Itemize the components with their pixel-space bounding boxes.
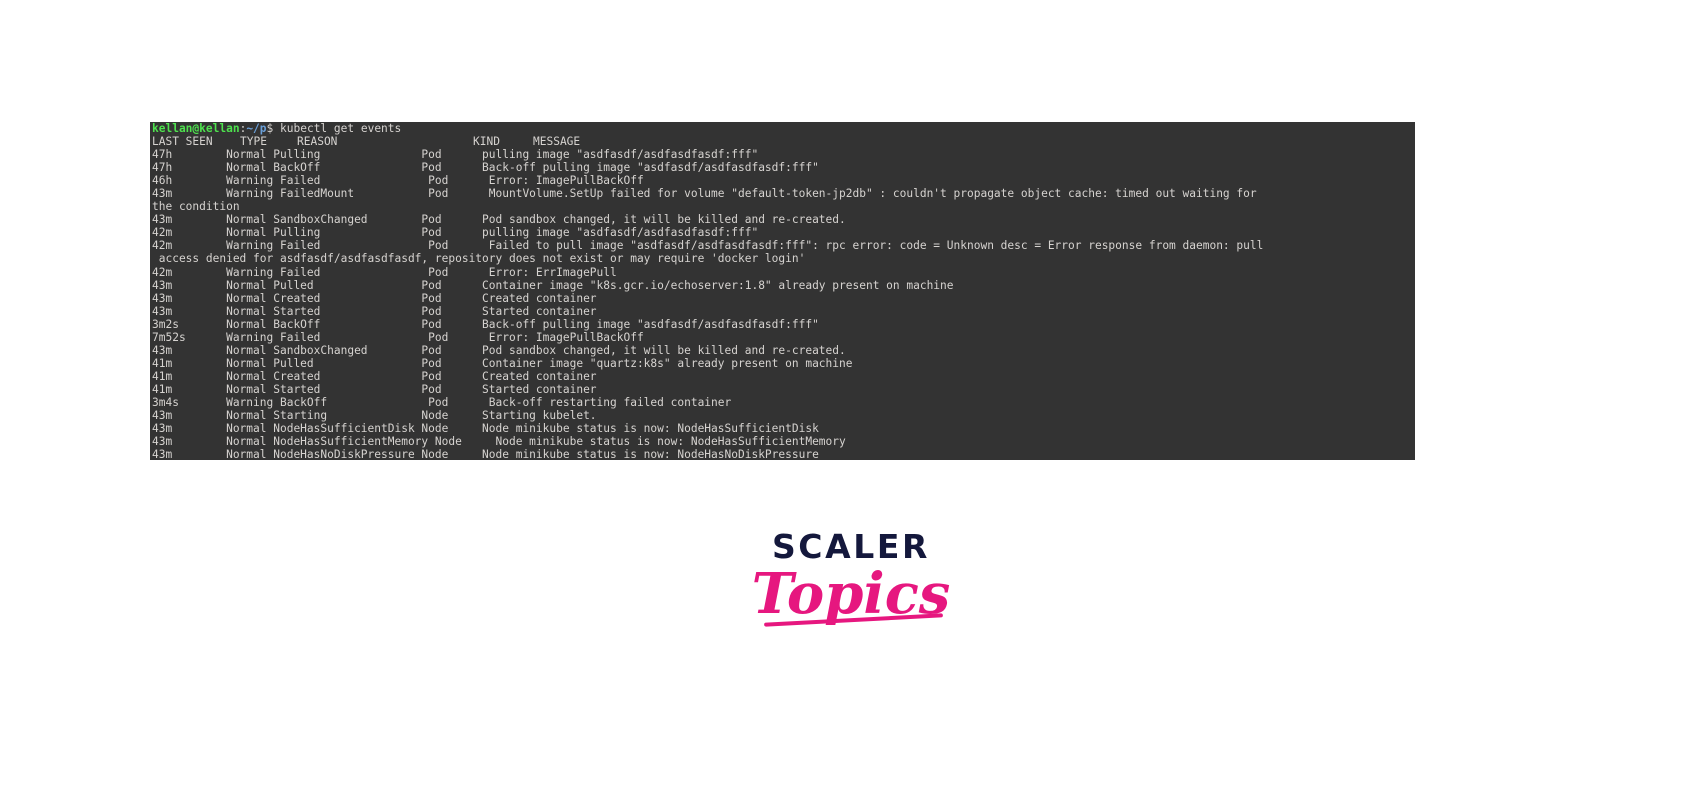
prompt-path: ~/p [246, 122, 267, 135]
table-row: 41m Normal Started Pod Started container [152, 382, 597, 396]
table-row: 47h Normal Pulling Pod pulling image "as… [152, 148, 759, 162]
column-header-message: MESSAGE [533, 135, 581, 149]
column-header-kind: KIND [473, 135, 500, 149]
table-row: 46h Warning Failed Pod Error: ImagePullB… [152, 174, 644, 188]
table-row: 43m Normal NodeHasSufficientDisk Node No… [152, 422, 819, 436]
column-header-reason: REASON [297, 135, 338, 149]
table-row: 3m2s Normal BackOff Pod Back-off pulling… [152, 317, 819, 331]
table-row: 43m Normal Pulled Pod Container image "k… [152, 278, 954, 292]
terminal-window[interactable]: kellan@kellan:~/p$ kubectl get events LA… [150, 122, 1415, 460]
table-row: 42m Warning Failed Pod Failed to pull im… [152, 239, 1264, 253]
column-header-type: TYPE [240, 135, 267, 149]
table-row: 7m52s Warning Failed Pod Error: ImagePul… [152, 330, 644, 344]
scaler-topics-logo: SCALER Topics [0, 530, 1702, 624]
table-row: 41m Normal Pulled Pod Container image "q… [152, 356, 853, 370]
table-row: 43m Normal NodeHasNoDiskPressure Node No… [152, 448, 819, 460]
terminal-prompt-line: kellan@kellan:~/p$ kubectl get events [152, 122, 1413, 135]
column-header-last-seen: LAST SEEN [152, 135, 213, 149]
table-row: 47h Normal BackOff Pod Back-off pulling … [152, 161, 819, 175]
event-rows: 47h Normal Pulling Pod pulling image "as… [152, 148, 1413, 460]
table-row-wrap: access denied for asdfasdf/asdfasdfasdf,… [152, 252, 806, 266]
logo-secondary-text: Topics [751, 561, 951, 627]
table-row: 43m Normal NodeHasSufficientMemory Node … [152, 435, 846, 449]
logo-primary-text: SCALER [771, 527, 931, 566]
table-row: 43m Normal Starting Node Starting kubele… [152, 409, 597, 423]
table-row: 42m Normal Pulling Pod pulling image "as… [152, 226, 759, 240]
table-row: 43m Normal Started Pod Started container [152, 304, 597, 318]
table-row: 43m Normal SandboxChanged Pod Pod sandbo… [152, 213, 846, 227]
table-header-row: LAST SEEN TYPE REASON KIND MESSAGE [152, 135, 1413, 148]
table-row: 41m Normal Created Pod Created container [152, 369, 597, 383]
table-row-wrap: the condition [152, 200, 240, 214]
prompt-user-host: kellan@kellan [152, 122, 240, 135]
terminal-output: kellan@kellan:~/p$ kubectl get events LA… [150, 122, 1415, 460]
prompt-command: kubectl get events [273, 122, 402, 135]
table-row: 42m Warning Failed Pod Error: ErrImagePu… [152, 265, 617, 279]
table-row: 3m4s Warning BackOff Pod Back-off restar… [152, 395, 732, 409]
table-row: 43m Normal SandboxChanged Pod Pod sandbo… [152, 343, 846, 357]
table-row: 43m Normal Created Pod Created container [152, 291, 597, 305]
table-row: 43m Warning FailedMount Pod MountVolume.… [152, 187, 1264, 201]
